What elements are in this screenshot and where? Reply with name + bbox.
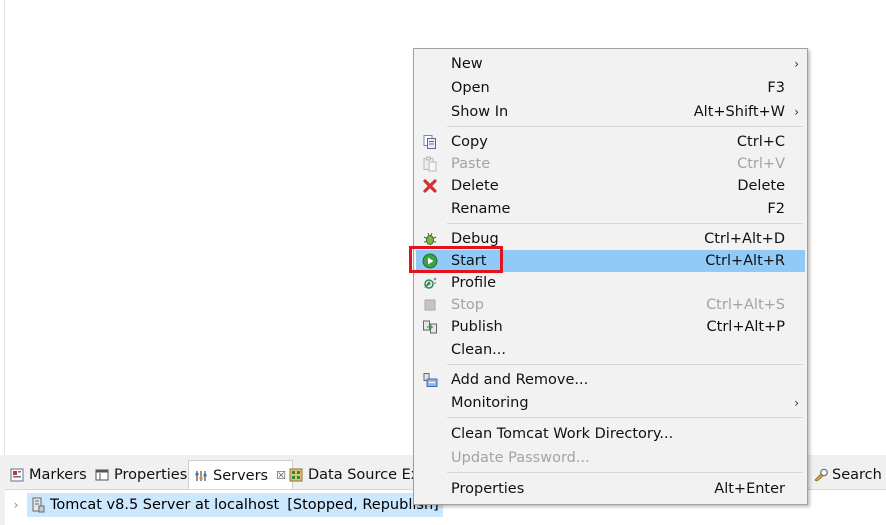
menu-item-delete[interactable]: Delete Delete	[416, 175, 805, 197]
menu-item-label: Show In	[451, 104, 509, 120]
menu-item-shortcut: Ctrl+Alt+R	[705, 253, 785, 269]
menu-item-shortcut: Ctrl+Alt+S	[706, 297, 785, 313]
menu-item-label: Paste	[451, 156, 491, 172]
menu-item-label: Update Password...	[451, 450, 590, 466]
menu-item-label: Open	[451, 80, 490, 96]
context-menu: New › Open F3 Show In Alt+Shift+W › Copy	[413, 48, 808, 505]
chevron-right-icon: ›	[794, 105, 799, 119]
menu-item-update-password[interactable]: Update Password...	[416, 447, 805, 469]
menu-item-label: Delete	[451, 178, 499, 194]
menu-item-debug[interactable]: Debug Ctrl+Alt+D	[416, 228, 805, 250]
add-remove-icon	[422, 372, 438, 388]
menu-separator	[447, 472, 803, 473]
menu-item-label: Clean Tomcat Work Directory...	[451, 426, 674, 442]
delete-icon	[422, 178, 438, 194]
server-item[interactable]: Tomcat v8.5 Server at localhost [Stopped…	[27, 493, 443, 517]
menu-item-label: Rename	[451, 201, 511, 217]
menu-item-clean[interactable]: Clean...	[416, 339, 805, 361]
tab-data-source-label: Data Source Ex	[308, 467, 420, 483]
publish-icon	[422, 319, 438, 335]
menu-separator	[447, 223, 803, 224]
menu-item-new[interactable]: New ›	[416, 53, 805, 75]
menu-item-publish[interactable]: Publish Ctrl+Alt+P	[416, 316, 805, 338]
menu-separator	[447, 364, 803, 365]
menu-item-shortcut: Ctrl+Alt+P	[706, 319, 785, 335]
server-name: Tomcat v8.5 Server at localhost	[50, 497, 280, 513]
properties-icon	[95, 468, 109, 482]
menu-item-label: Profile	[451, 275, 497, 291]
menu-item-label: Properties	[451, 481, 525, 497]
tab-properties[interactable]: Properties	[95, 461, 187, 489]
menu-item-copy[interactable]: Copy Ctrl+C	[416, 131, 805, 153]
menu-item-rename[interactable]: Rename F2	[416, 198, 805, 220]
tab-servers-label: Servers	[213, 467, 269, 484]
tab-data-source-explorer[interactable]: Data Source Ex	[289, 461, 419, 489]
menu-item-label: Publish	[451, 319, 503, 335]
tab-properties-label: Properties	[114, 467, 188, 483]
tab-servers[interactable]: Servers ☒	[188, 460, 293, 490]
copy-icon	[422, 134, 438, 150]
tab-markers[interactable]: Markers	[10, 461, 87, 489]
menu-item-label: Monitoring	[451, 395, 529, 411]
menu-item-label: Stop	[451, 297, 484, 313]
menu-item-start[interactable]: Start Ctrl+Alt+R	[416, 250, 805, 272]
paste-icon	[422, 156, 438, 172]
data-source-icon	[289, 468, 303, 482]
eclipse-window: Markers Properties Servers ☒ Data Source…	[0, 0, 886, 525]
stop-icon	[422, 297, 438, 313]
menu-item-shortcut: Alt+Shift+W	[693, 104, 785, 120]
search-icon	[813, 468, 828, 482]
close-icon[interactable]: ☒	[276, 469, 286, 482]
menu-item-profile[interactable]: Profile	[416, 272, 805, 294]
menu-item-paste[interactable]: Paste Ctrl+V	[416, 153, 805, 175]
chevron-right-icon: ›	[794, 57, 799, 71]
menu-item-label: Copy	[451, 134, 488, 150]
menu-item-label: Start	[451, 253, 487, 269]
menu-item-label: Clean...	[451, 342, 506, 358]
debug-icon	[422, 231, 438, 247]
profile-icon	[422, 275, 438, 291]
editor-border	[4, 0, 5, 455]
menu-item-shortcut: F2	[767, 201, 785, 217]
run-icon	[422, 253, 438, 269]
chevron-right-icon: ›	[794, 396, 799, 410]
menu-item-label: Add and Remove...	[451, 372, 589, 388]
server-icon	[31, 497, 45, 513]
menu-item-add-and-remove[interactable]: Add and Remove...	[416, 369, 805, 391]
menu-item-label: Debug	[451, 231, 499, 247]
tab-search-label: Search	[832, 467, 882, 483]
menu-item-shortcut: Alt+Enter	[714, 481, 785, 497]
tab-search[interactable]: Search	[813, 461, 882, 489]
menu-item-open[interactable]: Open F3	[416, 77, 805, 99]
menu-item-shortcut: Delete	[737, 178, 785, 194]
menu-separator	[447, 417, 803, 418]
menu-item-properties[interactable]: Properties Alt+Enter	[416, 478, 805, 500]
menu-item-shortcut: Ctrl+Alt+D	[704, 231, 785, 247]
tab-markers-label: Markers	[29, 467, 87, 483]
menu-item-monitoring[interactable]: Monitoring ›	[416, 392, 805, 414]
menu-item-shortcut: F3	[767, 80, 785, 96]
menu-item-stop[interactable]: Stop Ctrl+Alt+S	[416, 294, 805, 316]
servers-icon	[194, 469, 208, 483]
menu-item-show-in[interactable]: Show In Alt+Shift+W ›	[416, 101, 805, 123]
markers-icon	[10, 468, 24, 482]
menu-item-clean-tomcat-work-directory[interactable]: Clean Tomcat Work Directory...	[416, 423, 805, 445]
menu-item-label: New	[451, 56, 483, 72]
menu-separator	[447, 126, 803, 127]
menu-item-shortcut: Ctrl+V	[737, 156, 785, 172]
tree-row[interactable]: › Tomcat v8.5 Server at localhost [Stopp…	[5, 493, 443, 517]
chevron-right-icon[interactable]: ›	[5, 498, 27, 512]
menu-item-shortcut: Ctrl+C	[736, 134, 785, 150]
